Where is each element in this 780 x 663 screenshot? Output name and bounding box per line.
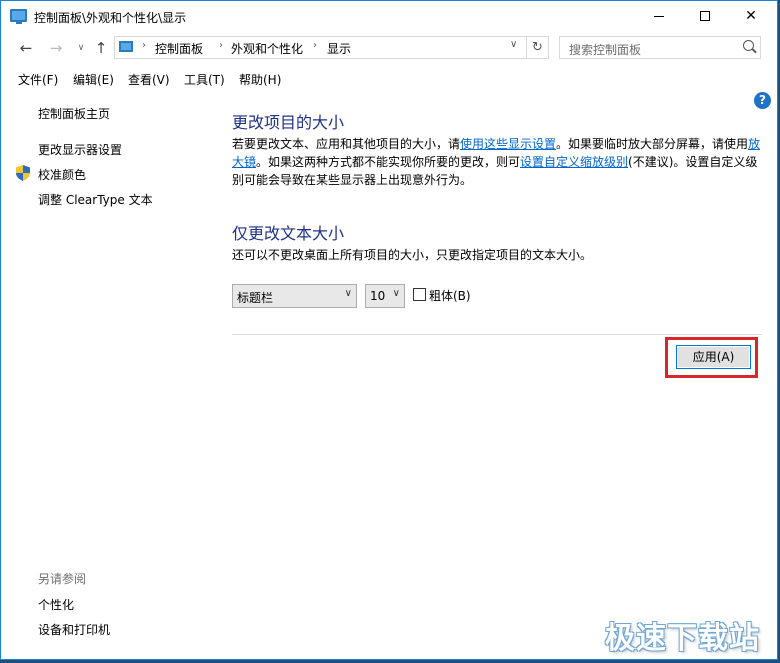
menu-tools[interactable]: 工具(T) [184, 71, 225, 88]
maximize-icon [700, 11, 710, 21]
menu-view[interactable]: 查看(V) [128, 71, 170, 88]
search-input[interactable]: 搜索控制面板 [559, 36, 761, 59]
minimize-button[interactable] [636, 1, 682, 32]
breadcrumb-control-panel[interactable]: 控制面板 [155, 40, 203, 57]
font-size-select-value: 10 [370, 289, 386, 303]
see-also-heading: 另请参阅 [38, 572, 87, 586]
chevron-down-icon: ∨ [392, 288, 400, 299]
menu-help[interactable]: 帮助(H) [239, 71, 281, 88]
para-text: 若要更改文本、应用和其他项目的大小，请 [232, 137, 461, 151]
close-button[interactable]: ✕ [728, 1, 774, 32]
sidebar-item-cleartype[interactable]: 调整 ClearType 文本 [38, 191, 153, 208]
breadcrumb-appearance[interactable]: 外观和个性化 [231, 40, 303, 57]
menu-file[interactable]: 文件(F) [18, 71, 58, 88]
element-select[interactable]: 标题栏 ∨ [232, 284, 357, 308]
chevron-right-icon[interactable]: › [219, 40, 223, 51]
maximize-button[interactable] [682, 1, 728, 32]
apply-button[interactable]: 应用(A) [676, 345, 751, 369]
help-icon[interactable]: ? [754, 92, 771, 109]
breadcrumb-display[interactable]: 显示 [327, 40, 351, 57]
font-size-select[interactable]: 10 ∨ [365, 284, 405, 308]
menu-edit[interactable]: 编辑(E) [73, 71, 114, 88]
sidebar-item-display-settings[interactable]: 更改显示器设置 [38, 141, 122, 158]
heading-change-size: 更改项目的大小 [232, 113, 345, 132]
monitor-icon [10, 9, 27, 24]
chevron-down-icon: ∨ [344, 288, 352, 299]
address-bar[interactable]: › 控制面板 › 外观和个性化 › 显示 ∨ [114, 36, 527, 59]
navigation-bar: ← → ∨ ↑ › 控制面板 › 外观和个性化 › 显示 ∨ ↻ 搜索控制面板 [1, 34, 777, 62]
back-button[interactable]: ← [16, 38, 36, 58]
chevron-right-icon[interactable]: › [313, 40, 317, 51]
para-text: 。如果要临时放大部分屏幕，请使用 [556, 137, 749, 151]
element-select-value: 标题栏 [237, 291, 274, 305]
bold-label[interactable]: 粗体(B) [429, 287, 471, 304]
control-panel-icon [119, 41, 133, 52]
sidebar-item-devices-printers[interactable]: 设备和打印机 [38, 621, 110, 638]
recent-locations-icon[interactable]: ∨ [71, 38, 91, 58]
description-paragraph: 若要更改文本、应用和其他项目的大小，请使用这些显示设置。如果要临时放大部分屏幕，… [232, 135, 762, 189]
up-button[interactable]: ↑ [91, 38, 111, 58]
close-icon: ✕ [745, 8, 757, 24]
control-panel-window: 控制面板\外观和个性化\显示 ✕ ← → ∨ ↑ › 控制面板 › 外观和个性化… [0, 0, 778, 660]
search-icon[interactable] [743, 40, 754, 51]
sidebar-item-calibrate-color[interactable]: 校准颜色 [38, 166, 86, 183]
link-custom-scaling[interactable]: 设置自定义缩放级别 [520, 155, 628, 169]
chevron-right-icon[interactable]: › [142, 40, 146, 51]
minimize-icon [654, 15, 664, 17]
sidebar-item-home[interactable]: 控制面板主页 [38, 105, 110, 122]
bold-checkbox[interactable] [413, 288, 426, 301]
window-title: 控制面板\外观和个性化\显示 [34, 11, 187, 25]
divider [232, 334, 762, 335]
shield-icon [16, 165, 30, 181]
forward-button[interactable]: → [46, 38, 66, 58]
menu-bar: 文件(F) 编辑(E) 查看(V) 工具(T) 帮助(H) [1, 65, 777, 91]
text-size-description: 还可以不更改桌面上所有项目的大小，只更改指定项目的文本大小。 [232, 248, 593, 262]
title-bar: 控制面板\外观和个性化\显示 ✕ [1, 1, 777, 32]
refresh-button[interactable]: ↻ [527, 36, 549, 59]
watermark-logo: 极速下载站 [605, 621, 760, 656]
para-text: 。如果这两种方式都不能实现你所要的更改，则可 [256, 155, 521, 169]
search-placeholder: 搜索控制面板 [569, 43, 642, 57]
chevron-down-icon[interactable]: ∨ [510, 39, 517, 50]
sidebar-item-personalization[interactable]: 个性化 [38, 596, 74, 613]
link-display-settings[interactable]: 使用这些显示设置 [460, 137, 556, 151]
heading-text-size: 仅更改文本大小 [232, 224, 345, 243]
